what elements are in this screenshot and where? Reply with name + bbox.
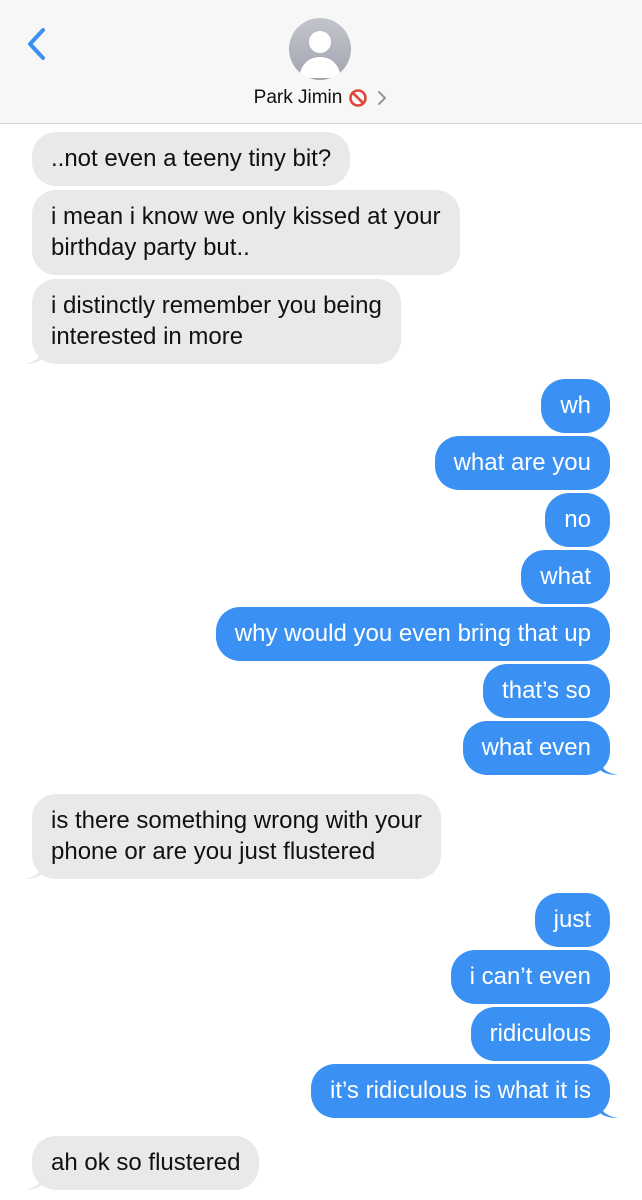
message-text: ridiculous — [489, 1020, 591, 1047]
message-text: what — [540, 563, 591, 590]
blocked-icon — [349, 89, 368, 107]
message-text: it’s ridiculous is what it is — [330, 1077, 591, 1104]
message-bubble[interactable]: ..not even a teeny tiny bit? — [32, 132, 351, 186]
message-text: interested in more — [51, 323, 244, 350]
bubble-tail — [24, 857, 44, 879]
message-text: ..not even a teeny tiny bit? — [51, 145, 332, 172]
conversation-header: Park Jimin — [0, 0, 642, 124]
message-bubble[interactable]: ridiculous — [470, 1007, 610, 1061]
message-bubble[interactable]: no — [545, 493, 610, 547]
message-text: i can’t even — [469, 963, 591, 990]
message-text: wh — [560, 392, 591, 419]
message-bubble[interactable]: what — [521, 550, 610, 604]
message-text: that’s so — [502, 677, 591, 704]
contact-details-button[interactable]: Park Jimin — [0, 84, 642, 112]
bubble-tail — [24, 1168, 44, 1190]
bubble-tail — [598, 753, 618, 775]
message-text: why would you even bring that up — [234, 620, 591, 647]
message-bubble[interactable]: i distinctly remember you being interest… — [24, 279, 401, 364]
message-text: no — [564, 506, 591, 533]
message-text: i mean i know we only kissed at your — [51, 203, 441, 230]
message-bubble[interactable]: what even — [462, 721, 618, 775]
message-text: just — [553, 906, 591, 933]
message-bubble[interactable]: ah ok so flustered — [24, 1136, 260, 1190]
message-bubble[interactable]: what are you — [434, 436, 610, 490]
bubble-tail — [598, 1096, 618, 1118]
message-text: phone or are you just flustered — [51, 838, 376, 865]
message-text: i distinctly remember you being — [51, 292, 382, 319]
message-thread[interactable]: ..not even a teeny tiny bit? i mean i kn… — [0, 124, 642, 1200]
chevron-left-icon[interactable] — [22, 24, 52, 64]
contact-avatar[interactable] — [289, 18, 351, 80]
message-text: is there something wrong with your — [51, 807, 422, 834]
message-bubble[interactable]: i can’t even — [450, 950, 610, 1004]
message-bubble[interactable]: is there something wrong with your phone… — [24, 794, 441, 879]
message-bubble[interactable]: i mean i know we only kissed at your bir… — [32, 190, 460, 275]
message-text: what are you — [453, 449, 591, 476]
message-bubble[interactable]: it’s ridiculous is what it is — [311, 1064, 618, 1118]
message-text: ah ok so flustered — [51, 1149, 241, 1176]
message-bubble[interactable]: just — [534, 893, 610, 947]
person-silhouette-icon — [299, 31, 341, 78]
message-bubble[interactable]: wh — [541, 379, 610, 433]
message-text: what even — [481, 734, 591, 761]
message-bubble[interactable]: why would you even bring that up — [215, 607, 610, 661]
message-text: birthday party but.. — [51, 234, 250, 261]
bubble-tail — [24, 342, 44, 364]
message-bubble[interactable]: that’s so — [483, 664, 610, 718]
chevron-right-icon — [378, 91, 387, 105]
contact-name: Park Jimin — [253, 87, 343, 108]
